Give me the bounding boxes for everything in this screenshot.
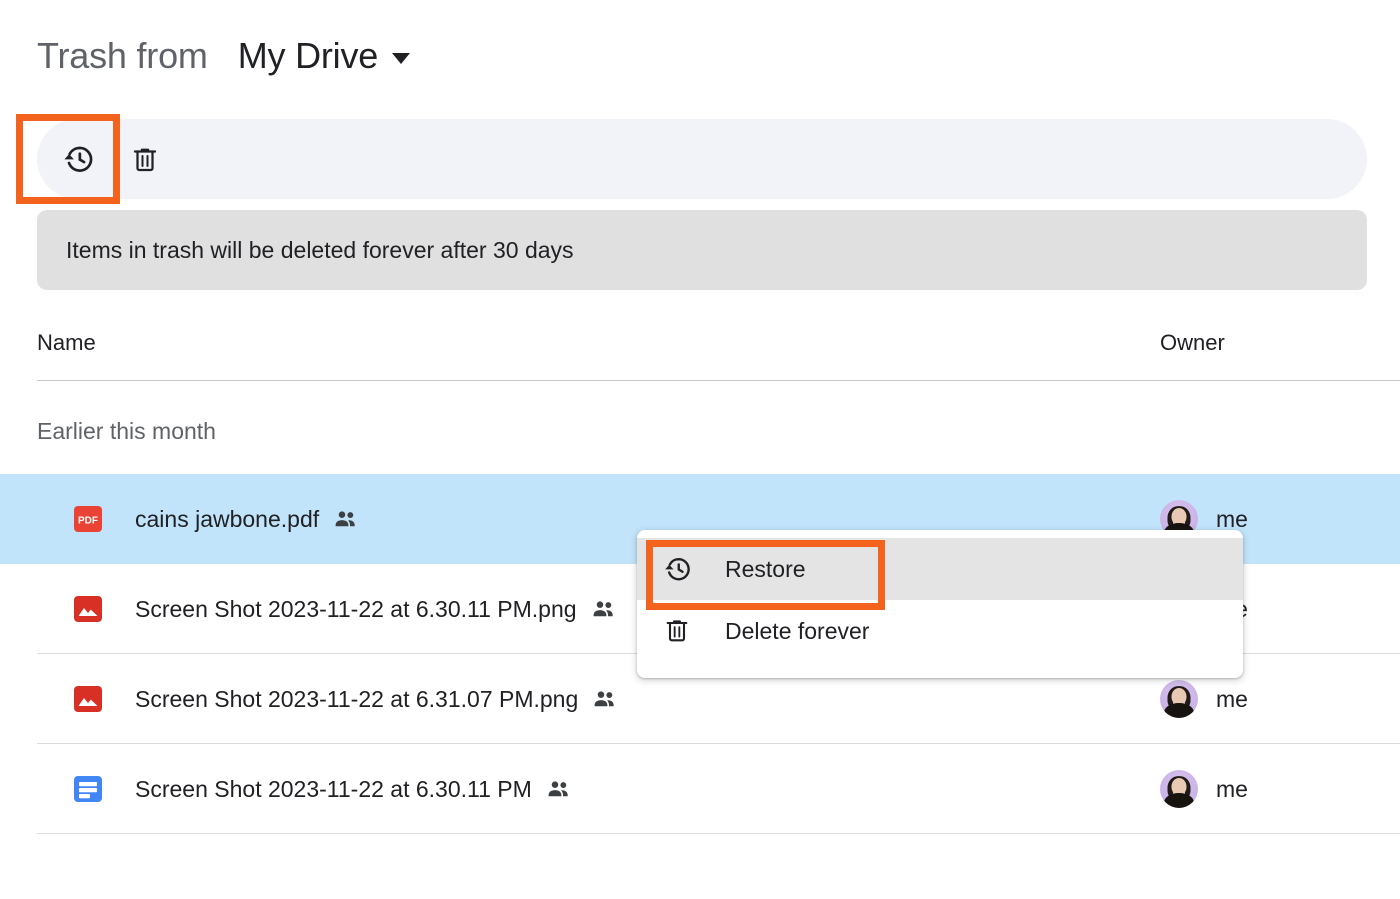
owner-name: me (1216, 686, 1248, 713)
trash-retention-banner-text: Items in trash will be deleted forever a… (66, 237, 574, 264)
people-shared-icon (592, 686, 618, 712)
restore-history-icon (62, 142, 96, 176)
table-column-headers: Name Owner (37, 330, 1367, 382)
restore-history-icon (663, 554, 693, 584)
page-title-prefix: Trash from (37, 34, 208, 78)
image-file-icon (71, 682, 105, 716)
row-divider (37, 833, 1400, 834)
google-docs-file-icon (71, 772, 105, 806)
table-row[interactable]: Screen Shot 2023-11-22 at 6.30.11 PM me (0, 744, 1400, 834)
drive-scope-selector-label[interactable]: My Drive (238, 34, 378, 78)
table-header-divider (37, 380, 1400, 381)
people-shared-icon (591, 596, 617, 622)
people-shared-icon (333, 506, 359, 532)
owner-name: me (1216, 506, 1248, 533)
owner-cell: me (1160, 680, 1248, 718)
trash-icon (663, 616, 693, 646)
file-name: cains jawbone.pdf (135, 506, 319, 533)
trash-toolbar (37, 119, 1367, 199)
delete-forever-button[interactable] (117, 131, 173, 187)
chevron-down-icon[interactable] (392, 53, 410, 64)
avatar (1160, 770, 1198, 808)
trash-retention-banner: Items in trash will be deleted forever a… (37, 210, 1367, 290)
context-menu-item-label: Delete forever (725, 618, 869, 645)
owner-cell: me (1160, 770, 1248, 808)
owner-name: me (1216, 776, 1248, 803)
trash-icon (130, 144, 160, 174)
svg-text:PDF: PDF (78, 516, 98, 527)
file-name: Screen Shot 2023-11-22 at 6.30.11 PM.png (135, 596, 577, 623)
column-header-owner[interactable]: Owner (1160, 330, 1225, 356)
pdf-file-icon: PDF (71, 502, 105, 536)
column-header-name[interactable]: Name (37, 330, 96, 356)
image-file-icon (71, 592, 105, 626)
avatar (1160, 680, 1198, 718)
page-title: Trash from My Drive (37, 34, 410, 78)
context-menu-item-label: Restore (725, 556, 806, 583)
file-name: Screen Shot 2023-11-22 at 6.31.07 PM.png (135, 686, 578, 713)
restore-button[interactable] (51, 131, 107, 187)
people-shared-icon (546, 776, 572, 802)
file-name: Screen Shot 2023-11-22 at 6.30.11 PM (135, 776, 532, 803)
drive-trash-page: Trash from My Drive (0, 0, 1400, 899)
context-menu: Restore Delete forever (637, 530, 1243, 678)
context-menu-item-restore[interactable]: Restore (637, 538, 1243, 600)
context-menu-item-delete-forever[interactable]: Delete forever (637, 600, 1243, 662)
group-label-earlier-this-month: Earlier this month (37, 418, 216, 445)
